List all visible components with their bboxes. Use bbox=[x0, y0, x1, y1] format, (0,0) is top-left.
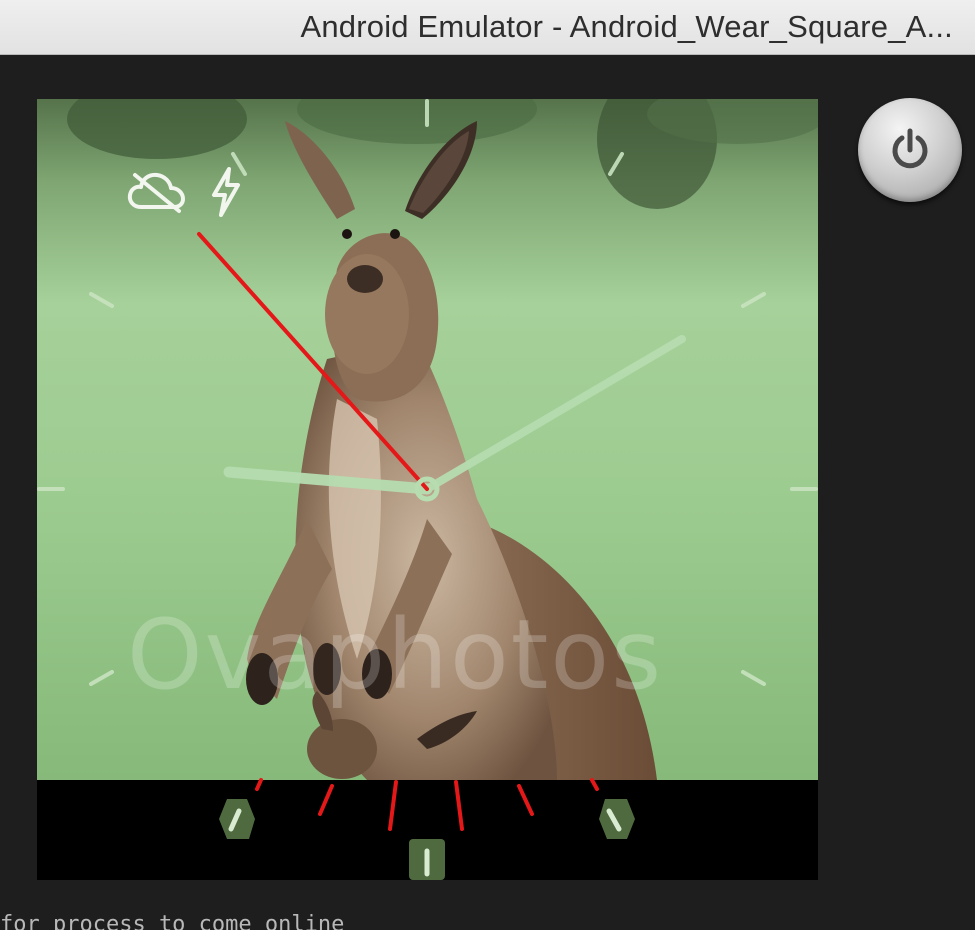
power-button[interactable] bbox=[858, 98, 962, 202]
watch-screen[interactable]: Ovaphotos bbox=[37, 99, 818, 880]
minute-hand bbox=[423, 335, 686, 493]
cloud-off-icon bbox=[127, 172, 185, 213]
emulator-window: Android Emulator - Android_Wear_Square_A… bbox=[0, 0, 975, 930]
console-output: for process to come online bbox=[0, 906, 975, 930]
console-text: for process to come online bbox=[0, 912, 345, 930]
chin-hour-markers bbox=[219, 799, 635, 880]
window-title: Android Emulator - Android_Wear_Square_A… bbox=[300, 9, 953, 44]
status-icons bbox=[127, 167, 243, 217]
hour-hand bbox=[223, 466, 433, 495]
title-bar[interactable]: Android Emulator - Android_Wear_Square_A… bbox=[0, 0, 975, 55]
power-icon bbox=[892, 128, 928, 169]
second-tick-marks bbox=[255, 778, 599, 831]
flash-icon bbox=[212, 167, 240, 217]
second-hand bbox=[197, 232, 429, 491]
